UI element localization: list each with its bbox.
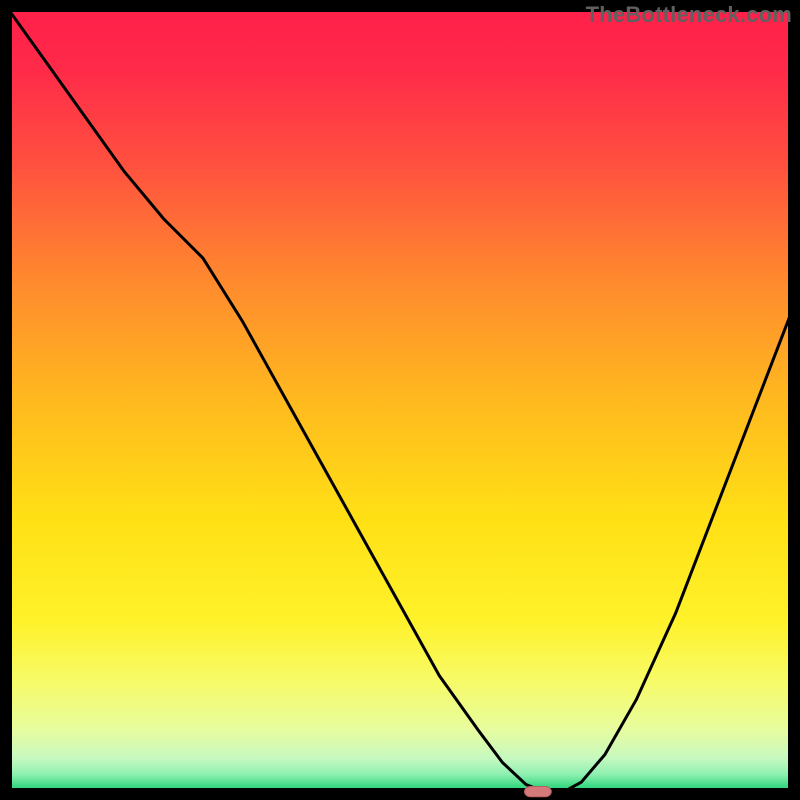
- plot-area: [6, 6, 794, 794]
- optimum-marker: [525, 787, 552, 797]
- plot-background: [6, 6, 794, 794]
- bottleneck-chart: TheBottleneck.com: [0, 0, 800, 800]
- chart-canvas: [0, 0, 800, 800]
- watermark-text: TheBottleneck.com: [586, 2, 792, 28]
